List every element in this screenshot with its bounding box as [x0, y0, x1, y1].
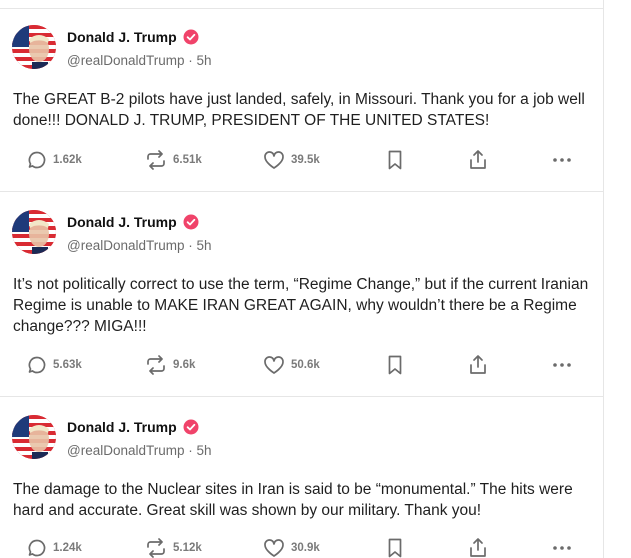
post-2[interactable]: Donald J. Trump @realDonaldTrump · 5h It…	[0, 192, 603, 397]
retruth-button[interactable]: 9.6k	[145, 353, 195, 377]
ellipsis-icon	[553, 546, 571, 550]
avatar-image	[12, 25, 56, 69]
author-name[interactable]: Donald J. Trump	[67, 29, 177, 45]
post-time[interactable]: 5h	[197, 443, 212, 458]
share-button[interactable]	[468, 536, 488, 558]
post-time[interactable]: 5h	[197, 53, 212, 68]
share-button[interactable]	[468, 148, 488, 172]
verified-badge-icon	[183, 214, 199, 230]
speech-bubble-icon	[28, 151, 46, 169]
author-handle-line: @realDonaldTrump · 5h	[67, 443, 212, 458]
avatar[interactable]	[12, 25, 56, 69]
verified-badge-icon	[183, 419, 199, 435]
like-button[interactable]: 50.6k	[263, 353, 320, 377]
post-actions: 5.63k 9.6k 50.6k	[0, 353, 603, 377]
post-text: The damage to the Nuclear sites in Iran …	[13, 481, 573, 519]
repost-arrows-icon	[147, 355, 165, 375]
retruth-button[interactable]: 6.51k	[145, 148, 202, 172]
like-button[interactable]: 30.9k	[263, 536, 320, 558]
bookmark-icon	[388, 150, 402, 170]
avatar-image	[12, 210, 56, 254]
more-options-button[interactable]	[552, 536, 572, 558]
share-upload-icon	[470, 538, 486, 557]
reply-button[interactable]: 1.24k	[27, 536, 82, 558]
ellipsis-icon	[553, 158, 571, 162]
bookmark-icon	[388, 355, 402, 375]
speech-bubble-icon	[28, 356, 46, 374]
post-actions: 1.62k 6.51k 39.5k	[0, 148, 603, 172]
post-time[interactable]: 5h	[197, 238, 212, 253]
post-1[interactable]: Donald J. Trump @realDonaldTrump · 5h Th…	[0, 0, 603, 192]
post-actions: 1.24k 5.12k 30.9k	[0, 536, 603, 558]
heart-icon	[264, 539, 284, 557]
heart-icon	[264, 356, 284, 374]
author-handle[interactable]: @realDonaldTrump	[67, 238, 185, 253]
bookmark-button[interactable]	[386, 536, 404, 558]
ellipsis-icon	[553, 363, 571, 367]
repost-arrows-icon	[147, 538, 165, 558]
like-count: 30.9k	[291, 542, 320, 554]
like-count: 50.6k	[291, 359, 320, 371]
share-upload-icon	[470, 150, 486, 169]
post-text: The GREAT B-2 pilots have just landed, s…	[13, 91, 585, 129]
avatar[interactable]	[12, 415, 56, 459]
author-handle-line: @realDonaldTrump · 5h	[67, 53, 212, 68]
retruth-count: 5.12k	[173, 542, 202, 554]
author-handle-line: @realDonaldTrump · 5h	[67, 238, 212, 253]
share-upload-icon	[470, 355, 486, 374]
truth-feed: Donald J. Trump @realDonaldTrump · 5h Th…	[0, 0, 604, 558]
reply-count: 1.24k	[53, 542, 82, 554]
avatar-image	[12, 415, 56, 459]
author-name[interactable]: Donald J. Trump	[67, 419, 177, 435]
reply-button[interactable]: 1.62k	[27, 148, 82, 172]
repost-arrows-icon	[147, 150, 165, 170]
like-button[interactable]: 39.5k	[263, 148, 320, 172]
author-handle[interactable]: @realDonaldTrump	[67, 53, 185, 68]
retruth-count: 9.6k	[173, 359, 196, 371]
verified-badge-icon	[183, 29, 199, 45]
bookmark-button[interactable]	[386, 353, 404, 377]
author-name[interactable]: Donald J. Trump	[67, 214, 177, 230]
post-text: It’s not politically correct to use the …	[13, 276, 589, 335]
heart-icon	[264, 151, 284, 169]
author-handle[interactable]: @realDonaldTrump	[67, 443, 185, 458]
reply-count: 5.63k	[53, 359, 82, 371]
share-button[interactable]	[468, 353, 488, 377]
more-options-button[interactable]	[552, 148, 572, 172]
retruth-button[interactable]: 5.12k	[145, 536, 202, 558]
reply-button[interactable]: 5.63k	[27, 353, 82, 377]
bookmark-button[interactable]	[386, 148, 404, 172]
speech-bubble-icon	[28, 539, 46, 557]
post-3[interactable]: Donald J. Trump @realDonaldTrump · 5h Th…	[0, 397, 603, 558]
more-options-button[interactable]	[552, 353, 572, 377]
bookmark-icon	[388, 538, 402, 558]
retruth-count: 6.51k	[173, 154, 202, 166]
reply-count: 1.62k	[53, 154, 82, 166]
like-count: 39.5k	[291, 154, 320, 166]
avatar[interactable]	[12, 210, 56, 254]
